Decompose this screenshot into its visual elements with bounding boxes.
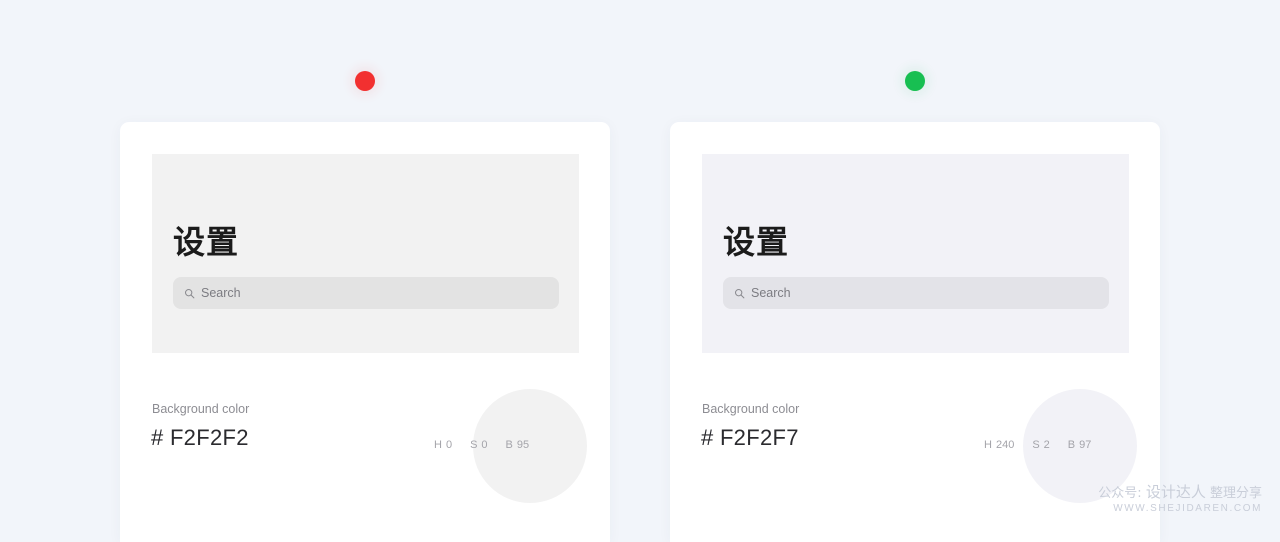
color-card-right: 设置 Search Background color # F2F2F7 H 240… [670, 122, 1160, 542]
watermark-prefix: 公众号: [1098, 485, 1142, 501]
hsb-values: H 240 S2 B 97 [984, 440, 1091, 451]
hsb-hue-key: H [984, 439, 992, 451]
search-icon [734, 288, 745, 298]
settings-preview-right: 设置 Search [702, 154, 1129, 353]
hsb-brightness-value: 97 [1079, 439, 1092, 451]
hsb-saturation-value: 0 [481, 439, 488, 451]
watermark-suffix: 整理分享 [1209, 485, 1262, 501]
watermark: 公众号: 设计达人 整理分享 WWW.SHEJIDAREN.COM [1098, 483, 1262, 515]
settings-preview-left: 设置 Search [152, 154, 579, 353]
search-input[interactable]: Search [173, 277, 559, 309]
search-placeholder: Search [751, 285, 791, 300]
hsb-saturation-value: 2 [1043, 439, 1050, 451]
hsb-hue-key: H [434, 439, 442, 451]
hsb-brightness-key: B [1067, 439, 1076, 451]
red-dot-marker [355, 71, 375, 91]
hsb-hue: H 240 [984, 440, 1014, 451]
hsb-hue: H0 [434, 440, 452, 451]
hsb-saturation: S0 [470, 440, 487, 451]
watermark-line-1: 公众号: 设计达人 整理分享 [1098, 483, 1262, 502]
comparison-stage: 设置 Search Background color # F2F2F2 H0 S… [0, 0, 1280, 542]
settings-title: 设置 [173, 223, 240, 261]
hsb-brightness-value: 95 [516, 439, 530, 451]
hsb-hue-value: 0 [445, 439, 453, 451]
color-card-left: 设置 Search Background color # F2F2F2 H0 S… [120, 122, 610, 542]
background-color-label: Background color [702, 402, 800, 416]
green-dot-marker [905, 71, 925, 91]
hsb-brightness: B 95 [506, 440, 530, 451]
settings-title: 设置 [723, 223, 790, 261]
hsb-values: H0 S0 B 95 [434, 440, 529, 451]
hsb-hue-value: 240 [995, 439, 1015, 451]
search-input[interactable]: Search [723, 277, 1109, 309]
background-color-label: Background color [152, 402, 250, 416]
watermark-brand: 设计达人 [1145, 482, 1206, 501]
watermark-url: WWW.SHEJIDAREN.COM [1113, 503, 1262, 514]
search-icon [184, 288, 195, 298]
hsb-brightness-key: B [505, 439, 513, 451]
hsb-brightness: B 97 [1068, 440, 1092, 451]
hsb-saturation-key: S [470, 439, 478, 451]
search-placeholder: Search [201, 285, 241, 300]
hex-value: # F2F2F7 [701, 425, 799, 450]
hsb-saturation-key: S [1032, 439, 1040, 451]
hex-value: # F2F2F2 [151, 425, 249, 450]
hsb-saturation: S2 [1032, 440, 1049, 451]
